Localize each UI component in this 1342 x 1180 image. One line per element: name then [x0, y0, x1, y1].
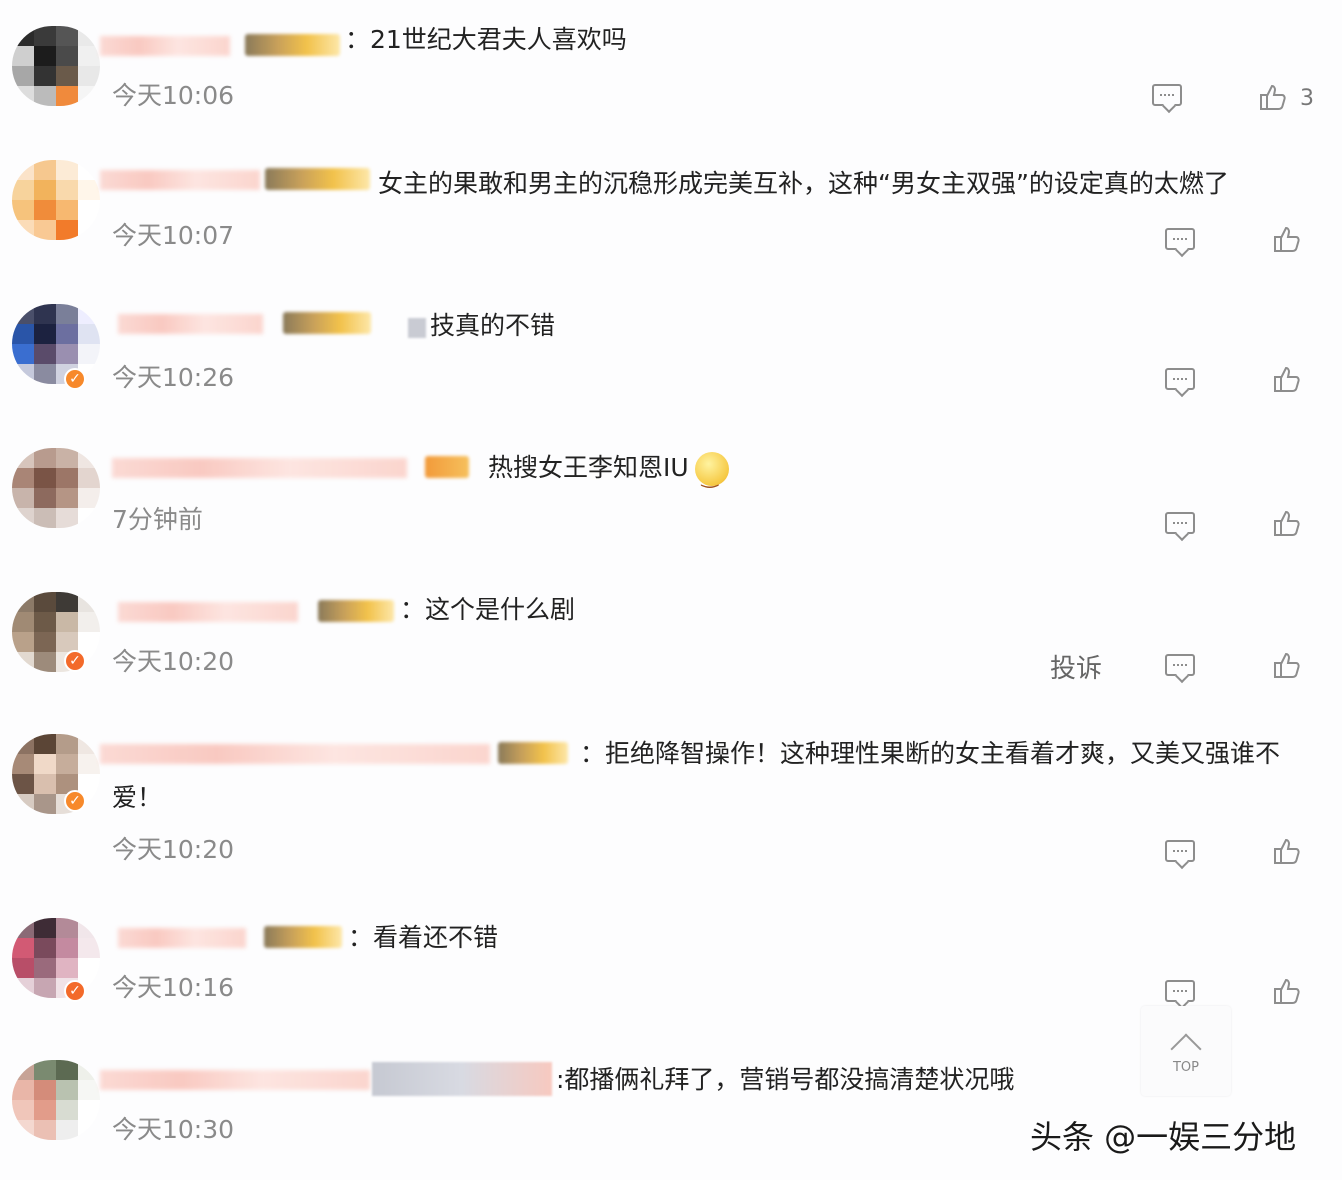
watermark: 头条 @一娱三分地 [1030, 1118, 1297, 1156]
comment-item: ：21世纪大君夫人喜欢吗 今天10:06 3 [0, 25, 1342, 146]
comment-icon[interactable] [1165, 368, 1195, 390]
comment-text: ：拒绝降智操作！这种理性果断的女主看着才爽，又美又强谁不爱！ [112, 739, 1281, 812]
comment-time: 今天10:20 [112, 835, 235, 864]
thumbs-up-icon[interactable] [1272, 508, 1302, 538]
level-badge-blurred [318, 600, 394, 622]
thumbs-up-icon[interactable] [1272, 836, 1302, 866]
avatar[interactable] [12, 1060, 100, 1140]
thumbs-up-icon[interactable] [1272, 224, 1302, 254]
like-count: 3 [1300, 86, 1314, 111]
avatar[interactable] [12, 304, 100, 384]
avatar[interactable] [12, 592, 100, 672]
level-badge-blurred [283, 312, 371, 334]
comment-icon[interactable] [1165, 840, 1195, 862]
avatar[interactable] [12, 734, 100, 814]
comment-time: 今天10:16 [112, 973, 235, 1002]
avatar[interactable] [12, 160, 100, 240]
comment-text: 女主的果敢和男主的沉稳形成完美互补，这种“男女主双强”的设定真的太燃了 [378, 169, 1229, 198]
thumbs-up-icon[interactable] [1272, 364, 1302, 394]
comment-item: ✓ ：这个是什么剧 今天10:20 投诉 [0, 592, 1342, 712]
verified-badge-icon: ✓ [64, 368, 86, 390]
username-blurred[interactable] [118, 602, 298, 622]
avatar[interactable] [12, 26, 100, 106]
comment-time: 今天10:20 [112, 647, 235, 676]
comment-text: 技真的不错 [430, 311, 556, 340]
avatar[interactable] [12, 918, 100, 998]
verified-badge-icon: ✓ [64, 650, 86, 672]
comment-text-content: 热搜女王李知恩IU [488, 453, 689, 482]
comment-icon[interactable] [1165, 980, 1195, 1002]
comment-time: 7分钟前 [112, 505, 203, 534]
username-blurred[interactable] [118, 314, 263, 334]
username-blurred[interactable] [100, 170, 260, 190]
comment-icon[interactable] [1165, 654, 1195, 676]
comment-text: ：看着还不错 [348, 923, 499, 952]
comment-item: ✓ ：拒绝降智操作！这种理性果断的女主看着才爽，又美又强谁不爱！ 今天10:20 [0, 734, 1342, 904]
redaction [408, 318, 426, 338]
username-blurred[interactable] [100, 36, 230, 56]
verified-badge-icon: ✓ [64, 980, 86, 1002]
comment-icon[interactable] [1165, 228, 1195, 250]
comment-icon[interactable] [1152, 84, 1182, 106]
level-badge-blurred [425, 456, 469, 478]
thumbs-up-icon[interactable] [1258, 82, 1288, 112]
comment-text: ：这个是什么剧 [400, 595, 576, 624]
comment-text: :都播俩礼拜了，营销号都没搞清楚状况哦 [556, 1065, 1015, 1094]
thumbs-up-icon[interactable] [1272, 976, 1302, 1006]
back-to-top-button[interactable]: TOP [1141, 1006, 1231, 1096]
level-badge-blurred [265, 168, 370, 190]
report-link[interactable]: 投诉 [1050, 648, 1102, 685]
username-blurred[interactable] [112, 458, 407, 478]
comment-item: 热搜女王李知恩IU 7分钟前 [0, 448, 1342, 568]
thumbs-up-icon[interactable] [1272, 650, 1302, 680]
comment-text: ：21世纪大君夫人喜欢吗 [345, 25, 627, 54]
comment-time: 今天10:07 [112, 221, 235, 250]
avatar[interactable] [12, 448, 100, 528]
level-badge-blurred [245, 34, 340, 56]
username-blurred[interactable] [118, 928, 246, 948]
comment-item: ✓ 技真的不错 今天10:26 [0, 304, 1342, 424]
comment-time: 今天10:30 [112, 1115, 235, 1144]
comment-text: 热搜女王李知恩IU [488, 448, 729, 496]
comment-icon[interactable] [1165, 512, 1195, 534]
username-blurred[interactable] [100, 1070, 370, 1090]
redaction [372, 1062, 552, 1096]
comment-item: 女主的果敢和男主的沉稳形成完美互补，这种“男女主双强”的设定真的太燃了 今天10… [0, 160, 1342, 280]
smile-emoji-icon [694, 452, 729, 496]
comment-list: ：21世纪大君夫人喜欢吗 今天10:06 3 女主的果敢和男主的沉稳形成完美互补… [0, 0, 1342, 1180]
level-badge-blurred [264, 926, 342, 948]
comment-time: 今天10:06 [112, 81, 235, 110]
comment-time: 今天10:26 [112, 363, 235, 392]
verified-badge-icon: ✓ [64, 790, 86, 812]
